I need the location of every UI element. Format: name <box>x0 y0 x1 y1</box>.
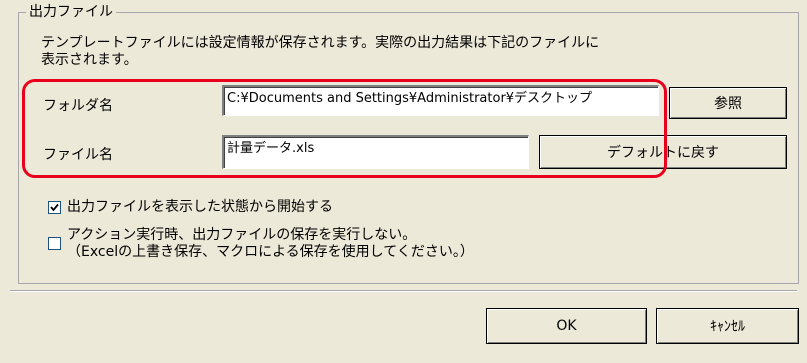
no-save-checkbox[interactable] <box>48 237 61 250</box>
file-name-label: ファイル名 <box>43 147 113 163</box>
description-line-2: 表示されます。 <box>41 52 138 68</box>
no-save-label-line-1: アクション実行時、出力ファイルの保存を実行しない。 <box>67 227 417 243</box>
no-save-label[interactable]: アクション実行時、出力ファイルの保存を実行しない。 （Excelの上書き保存、マ… <box>67 227 474 261</box>
browse-button[interactable]: 参照 <box>669 87 787 119</box>
output-file-group-title: 出力ファイル <box>26 3 116 21</box>
file-name-input[interactable]: 計量データ.xls <box>222 135 529 169</box>
description-line-1: テンプレートファイルには設定情報が保存されます。実際の出力結果は下記のファイルに <box>41 35 600 51</box>
show-output-label[interactable]: 出力ファイルを表示した状態から開始する <box>67 199 333 216</box>
cancel-button[interactable]: ｷｬﾝｾﾙ <box>656 308 799 344</box>
show-output-checkbox[interactable] <box>48 201 61 214</box>
ok-button[interactable]: OK <box>486 308 647 344</box>
folder-name-label: フォルダ名 <box>43 98 113 114</box>
no-save-label-line-2: （Excelの上書き保存、マクロによる保存を使用してください。） <box>67 244 474 260</box>
folder-name-input[interactable]: C:¥Documents and Settings¥Administrator¥… <box>222 85 659 116</box>
description-text: テンプレートファイルには設定情報が保存されます。実際の出力結果は下記のファイルに… <box>41 35 741 69</box>
checkmark-icon <box>50 203 59 212</box>
footer-divider <box>10 290 797 292</box>
reset-default-button[interactable]: デフォルトに戻す <box>539 135 787 169</box>
